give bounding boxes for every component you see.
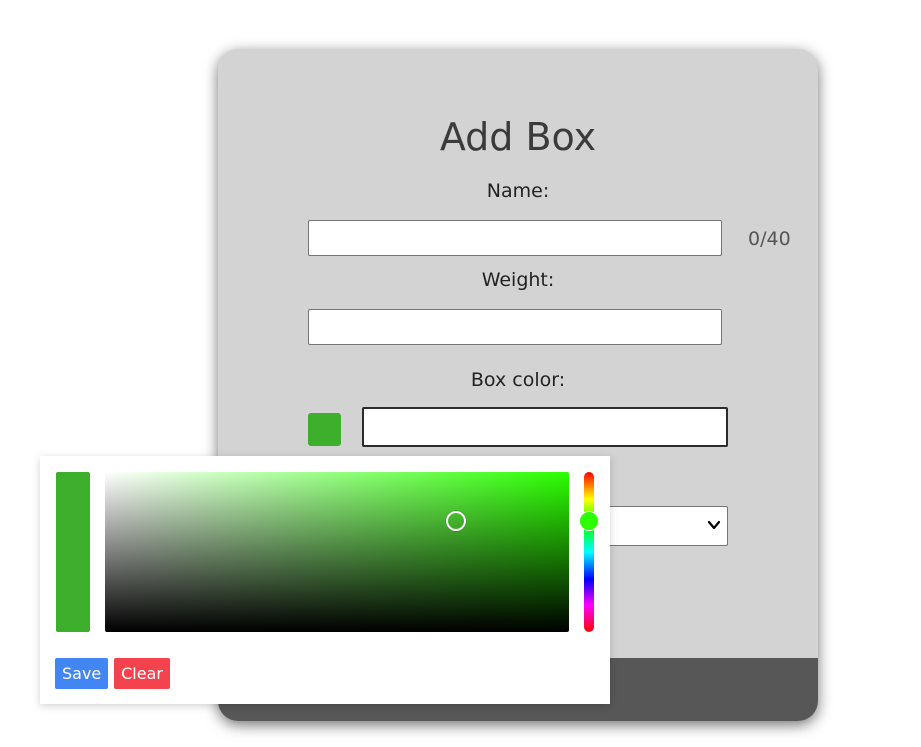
save-button[interactable]: Save: [55, 658, 108, 689]
box-color-input[interactable]: [362, 407, 728, 447]
color-swatch-button[interactable]: [308, 413, 341, 446]
color-preview: [56, 472, 90, 632]
page-title: Add Box: [439, 115, 597, 159]
weight-label: Weight:: [481, 269, 555, 291]
name-label: Name:: [486, 180, 550, 202]
color-palette[interactable]: [105, 472, 569, 632]
name-input[interactable]: [308, 220, 722, 256]
clear-button[interactable]: Clear: [114, 658, 170, 689]
weight-input[interactable]: [308, 309, 722, 345]
name-char-counter: 0/40: [748, 228, 791, 250]
box-color-label: Box color:: [470, 369, 566, 391]
palette-cursor-handle[interactable]: [446, 511, 466, 531]
hue-slider[interactable]: [584, 472, 594, 632]
hue-slider-thumb[interactable]: [579, 511, 599, 531]
chevron-down-icon: [707, 520, 721, 530]
color-picker-popup: Save Clear: [40, 456, 610, 704]
